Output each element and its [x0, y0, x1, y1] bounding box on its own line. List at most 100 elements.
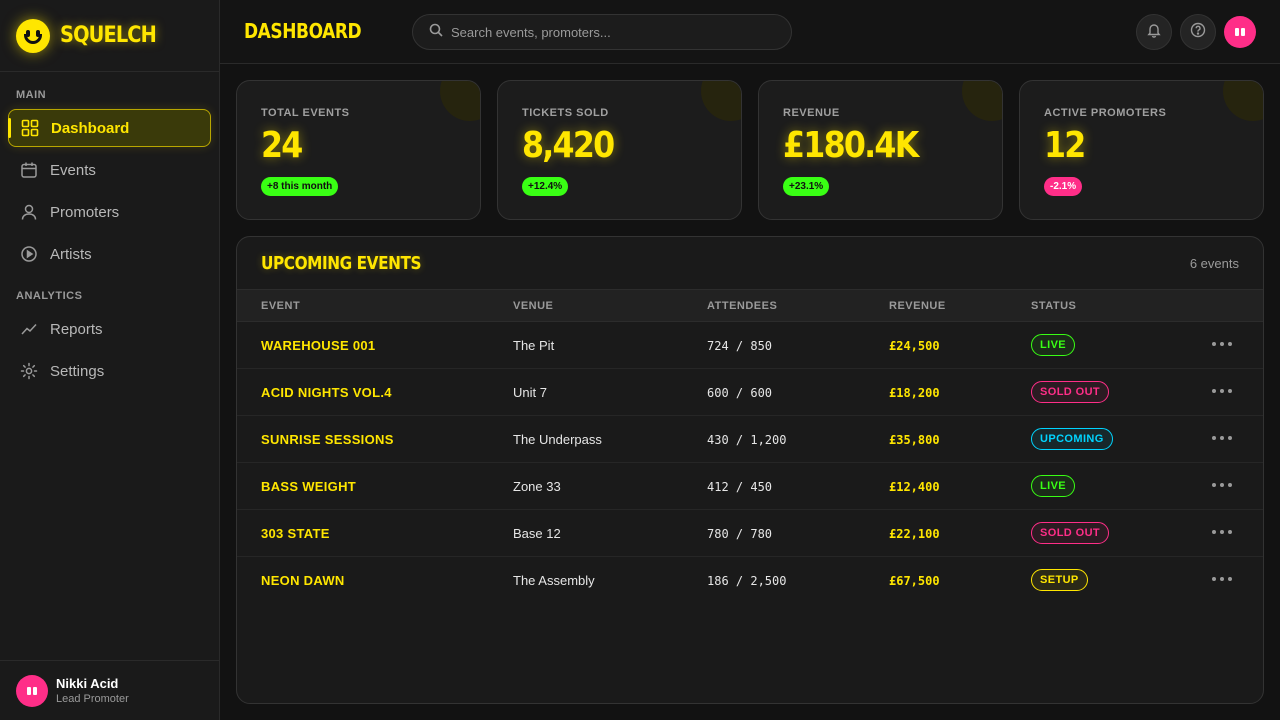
table-row[interactable]: 303 STATE Base 12 780 / 780 £22,100 SOLD…	[237, 510, 1263, 557]
stat-card-tickets-sold: TICKETS SOLD 8,420 +12.4%	[497, 80, 742, 220]
table-row[interactable]: ACID NIGHTS VOL.4 Unit 7 600 / 600 £18,2…	[237, 369, 1263, 416]
avatar-glyph-icon	[1235, 28, 1245, 36]
sidebar-item-label: Events	[50, 161, 96, 179]
more-options-icon[interactable]	[1212, 436, 1232, 440]
sidebar-item-label: Artists	[50, 245, 92, 263]
stat-card-revenue: REVENUE £180.4K +23.1%	[758, 80, 1003, 220]
more-options-icon[interactable]	[1212, 483, 1232, 487]
sidebar-item-label: Reports	[50, 320, 103, 338]
gear-icon	[20, 362, 38, 380]
sidebar-item-label: Promoters	[50, 203, 120, 221]
nav-section-main: MAIN	[16, 89, 47, 101]
top-header: DASHBOARD	[220, 0, 1280, 64]
status-badge: LIVE	[1031, 334, 1076, 356]
sidebar-item-reports[interactable]: Reports	[8, 310, 211, 348]
search-icon	[429, 23, 443, 42]
header-avatar-button[interactable]	[1224, 16, 1256, 48]
stat-label: TICKETS SOLD	[522, 107, 609, 119]
column-header-venue[interactable]: VENUE	[513, 300, 553, 312]
event-attendees: 412 / 450	[707, 480, 773, 494]
event-revenue: £12,400	[889, 480, 940, 494]
event-venue: The Pit	[513, 338, 555, 353]
stat-delta-badge: +23.1%	[783, 177, 830, 196]
events-count: 6 events	[1189, 256, 1239, 271]
sidebar-item-promoters[interactable]: Promoters	[8, 193, 211, 231]
status-badge: SOLD OUT	[1031, 381, 1110, 403]
event-name[interactable]: BASS WEIGHT	[261, 479, 356, 494]
event-name[interactable]: NEON DAWN	[261, 573, 345, 588]
column-header-revenue[interactable]: REVENUE	[889, 300, 946, 312]
user-role: Lead Promoter	[56, 693, 129, 705]
status-badge: SETUP	[1031, 569, 1088, 591]
table-row[interactable]: WAREHOUSE 001 The Pit 724 / 850 £24,500 …	[237, 322, 1263, 369]
event-venue: The Underpass	[513, 432, 602, 447]
stat-value: 24	[261, 125, 303, 166]
stat-card-active-promoters: ACTIVE PROMOTERS 12 -2.1%	[1019, 80, 1264, 220]
search-bar[interactable]	[412, 14, 792, 50]
calendar-icon	[20, 161, 38, 179]
status-badge: UPCOMING	[1031, 428, 1113, 450]
user-icon	[20, 203, 38, 221]
play-circle-icon	[20, 245, 38, 263]
column-header-event[interactable]: EVENT	[261, 300, 300, 312]
more-options-icon[interactable]	[1212, 389, 1232, 393]
stat-value: 12	[1044, 125, 1086, 166]
help-button[interactable]	[1180, 14, 1216, 50]
column-header-status[interactable]: STATUS	[1031, 300, 1076, 312]
table-row[interactable]: NEON DAWN The Assembly 186 / 2,500 £67,5…	[237, 557, 1263, 604]
status-badge: SOLD OUT	[1031, 522, 1110, 544]
sidebar-item-settings[interactable]: Settings	[8, 352, 211, 390]
event-attendees: 600 / 600	[707, 386, 773, 400]
sidebar-item-artists[interactable]: Artists	[8, 235, 211, 273]
event-venue: Zone 33	[513, 479, 561, 494]
event-name[interactable]: WAREHOUSE 001	[261, 338, 375, 353]
table-row[interactable]: SUNRISE SESSIONS The Underpass 430 / 1,2…	[237, 416, 1263, 463]
stat-delta-badge: +8 this month	[261, 177, 339, 196]
event-name[interactable]: ACID NIGHTS VOL.4	[261, 385, 392, 400]
more-options-icon[interactable]	[1212, 342, 1232, 346]
more-options-icon[interactable]	[1212, 577, 1232, 581]
sidebar-item-dashboard[interactable]: Dashboard	[8, 109, 211, 147]
sidebar-item-label: Settings	[50, 362, 105, 380]
user-name: Nikki Acid	[56, 676, 119, 691]
stat-label: REVENUE	[783, 107, 840, 119]
brand[interactable]: SQUELCH	[0, 0, 219, 72]
avatar-glyph-icon	[27, 686, 37, 695]
event-revenue: £24,500	[889, 339, 940, 353]
stat-delta-badge: -2.1%	[1044, 177, 1083, 196]
brand-name: SQUELCH	[60, 23, 157, 48]
user-profile[interactable]: Nikki Acid Lead Promoter	[0, 660, 219, 720]
column-header-attendees[interactable]: ATTENDEES	[707, 300, 777, 312]
sidebar-item-events[interactable]: Events	[8, 151, 211, 189]
event-attendees: 724 / 850	[707, 339, 773, 353]
table-header: EVENT VENUE ATTENDEES REVENUE STATUS	[237, 289, 1263, 322]
bell-icon	[1146, 22, 1162, 43]
status-badge: LIVE	[1031, 475, 1076, 497]
event-attendees: 780 / 780	[707, 527, 773, 541]
notifications-button[interactable]	[1136, 14, 1172, 50]
event-revenue: £18,200	[889, 386, 940, 400]
trend-line-icon	[20, 320, 38, 338]
sidebar: SQUELCH MAIN Dashboard Events Promoters …	[0, 0, 220, 720]
upcoming-events-panel: UPCOMING EVENTS 6 events EVENT VENUE ATT…	[236, 236, 1264, 704]
event-name[interactable]: SUNRISE SESSIONS	[261, 432, 394, 447]
search-input[interactable]	[451, 24, 771, 40]
event-venue: Unit 7	[513, 385, 547, 400]
table-row[interactable]: BASS WEIGHT Zone 33 412 / 450 £12,400 LI…	[237, 463, 1263, 510]
panel-title: UPCOMING EVENTS	[261, 253, 422, 274]
event-revenue: £22,100	[889, 527, 940, 541]
stat-label: ACTIVE PROMOTERS	[1044, 107, 1167, 119]
page-title: DASHBOARD	[244, 19, 362, 43]
more-options-icon[interactable]	[1212, 530, 1232, 534]
event-venue: The Assembly	[513, 573, 595, 588]
avatar	[16, 674, 48, 707]
grid-icon	[21, 119, 39, 137]
event-name[interactable]: 303 STATE	[261, 526, 330, 541]
event-attendees: 186 / 2,500	[707, 574, 787, 588]
stat-delta-badge: +12.4%	[522, 177, 569, 196]
stat-label: TOTAL EVENTS	[261, 107, 350, 119]
event-attendees: 430 / 1,200	[707, 433, 787, 447]
sidebar-item-label: Dashboard	[51, 119, 130, 137]
smiley-logo-icon	[16, 18, 50, 53]
event-revenue: £35,800	[889, 433, 940, 447]
